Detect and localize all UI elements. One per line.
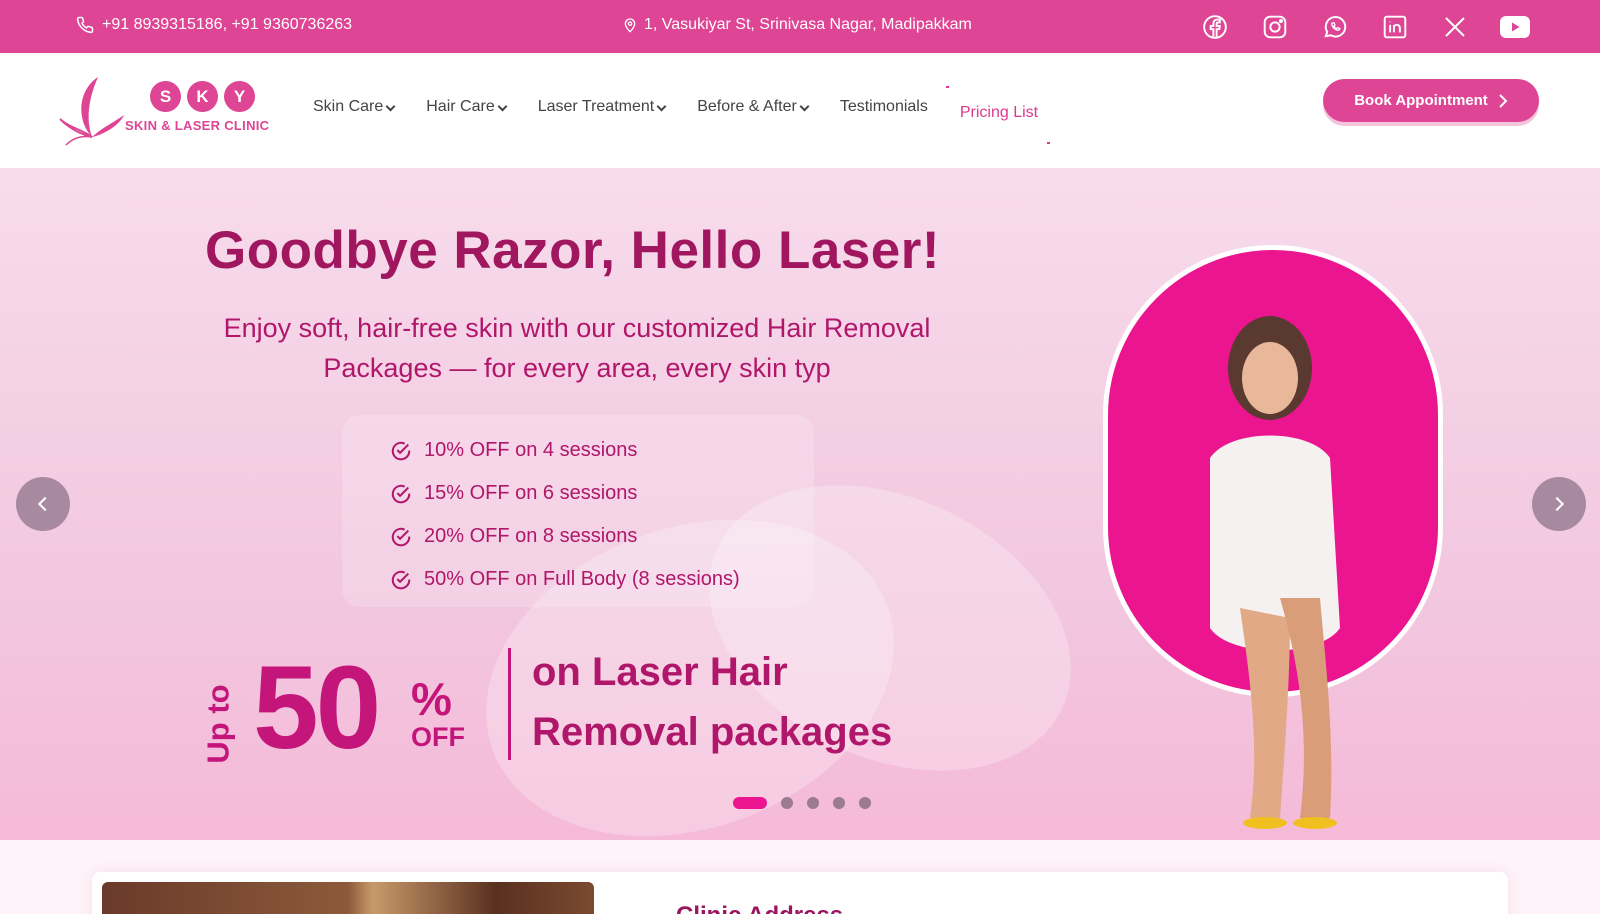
clinic-logo[interactable]: S K Y SKIN & LASER CLINIC (58, 75, 278, 147)
logo-letters: S K Y (150, 81, 255, 112)
book-appointment-button[interactable]: Book Appointment (1323, 79, 1539, 122)
check-circle-icon (391, 527, 411, 546)
slider-dot[interactable] (781, 797, 793, 809)
facebook-icon[interactable] (1200, 12, 1230, 42)
address-text: 1, Vasukiyar St, Srinivasa Nagar, Madipa… (644, 16, 972, 33)
top-contact-bar: +91 8939315186, +91 9360736263 1, Vasuki… (0, 0, 1600, 53)
main-header: S K Y SKIN & LASER CLINIC Skin Care Hair… (0, 53, 1600, 168)
social-links (1200, 12, 1530, 42)
nav-item-skin-care[interactable]: Skin Care (313, 98, 396, 116)
promo-off: OFF (411, 722, 465, 752)
slider-dot[interactable] (833, 797, 845, 809)
promo-upto: Up to (201, 676, 241, 764)
nav-item-label: Before & After (697, 98, 797, 115)
nav-item-testimonials[interactable]: Testimonials (840, 98, 928, 116)
nav-item-label: Hair Care (426, 98, 495, 115)
logo-tagline: SKIN & LASER CLINIC (125, 118, 270, 133)
logo-letter: K (187, 81, 218, 112)
whatsapp-icon[interactable] (1320, 12, 1350, 42)
chevron-down-icon (497, 101, 508, 111)
logo-letter: Y (224, 81, 255, 112)
offers-list: 10% OFF on 4 sessions 15% OFF on 6 sessi… (342, 415, 814, 607)
check-circle-icon (391, 570, 411, 589)
offer-item: 50% OFF on Full Body (8 sessions) (390, 558, 814, 601)
slider-dot[interactable] (807, 797, 819, 809)
offer-item: 20% OFF on 8 sessions (390, 515, 814, 558)
youtube-icon[interactable] (1500, 12, 1530, 42)
phone-icon (76, 16, 94, 34)
phone-numbers: +91 8939315186, +91 9360736263 (102, 16, 353, 33)
offer-text: 50% OFF on Full Body (8 sessions) (424, 568, 740, 590)
nav-item-laser-treatment[interactable]: Laser Treatment (537, 98, 667, 116)
nav-item-before-after[interactable]: Before & After (697, 98, 810, 116)
instagram-icon[interactable] (1260, 12, 1290, 42)
promo-line-1: on Laser Hair (532, 650, 788, 694)
slider-dot[interactable] (733, 797, 767, 809)
chevron-left-icon (37, 496, 53, 512)
clinic-photo (102, 882, 594, 914)
model-image (1210, 316, 1340, 829)
check-circle-icon (391, 441, 411, 460)
linkedin-icon[interactable] (1380, 12, 1410, 42)
promo-number: 50 (253, 642, 381, 774)
offer-text: 10% OFF on 4 sessions (424, 439, 638, 461)
nav-item-label: Testimonials (839, 98, 928, 115)
chevron-down-icon (385, 101, 396, 111)
book-appointment-label: Book Appointment (1354, 92, 1488, 109)
slider-prev-button[interactable] (16, 477, 70, 531)
slider-next-button[interactable] (1532, 477, 1586, 531)
chevron-down-icon (799, 101, 810, 111)
clinic-info-card: Clinic Address (92, 872, 1508, 914)
x-icon[interactable] (1440, 12, 1470, 42)
slider-pagination (733, 797, 871, 809)
main-nav: Skin Care Hair Care Laser Treatment Befo… (313, 86, 1070, 144)
nav-item-label: Laser Treatment (537, 98, 655, 115)
offer-item: 15% OFF on 6 sessions (390, 472, 814, 515)
promo-percent: % (411, 673, 452, 725)
location-pin-icon (624, 18, 636, 33)
offer-item: 10% OFF on 4 sessions (390, 429, 814, 472)
offer-text: 20% OFF on 8 sessions (424, 525, 638, 547)
hero-title: Goodbye Razor, Hello Laser! (205, 221, 941, 280)
hero-slider: Goodbye Razor, Hello Laser! Enjoy soft, … (0, 168, 1600, 840)
nav-item-pricing-list[interactable]: Pricing List (945, 86, 1051, 144)
slider-dot[interactable] (859, 797, 871, 809)
phone-contact[interactable]: +91 8939315186, +91 9360736263 (76, 16, 352, 34)
clinic-address[interactable]: 1, Vasukiyar St, Srinivasa Nagar, Madipa… (622, 16, 972, 34)
chevron-right-icon (1499, 93, 1508, 108)
offer-text: 15% OFF on 6 sessions (424, 482, 638, 504)
nav-item-hair-care[interactable]: Hair Care (426, 98, 508, 116)
chevron-right-icon (1549, 496, 1565, 512)
promo-upto-text: Up to (200, 684, 236, 764)
check-circle-icon (391, 484, 411, 503)
hero-subtitle: Enjoy soft, hair-free skin with our cust… (223, 313, 931, 383)
chevron-down-icon (656, 101, 667, 111)
promo-line-2: Removal packages (532, 710, 893, 754)
logo-letter: S (150, 81, 181, 112)
clinic-address-heading: Clinic Address (676, 902, 843, 914)
nav-item-label: Skin Care (313, 98, 384, 115)
butterfly-logo-icon (59, 77, 124, 146)
nav-item-label: Pricing List (959, 104, 1039, 121)
promo-divider (508, 648, 511, 760)
